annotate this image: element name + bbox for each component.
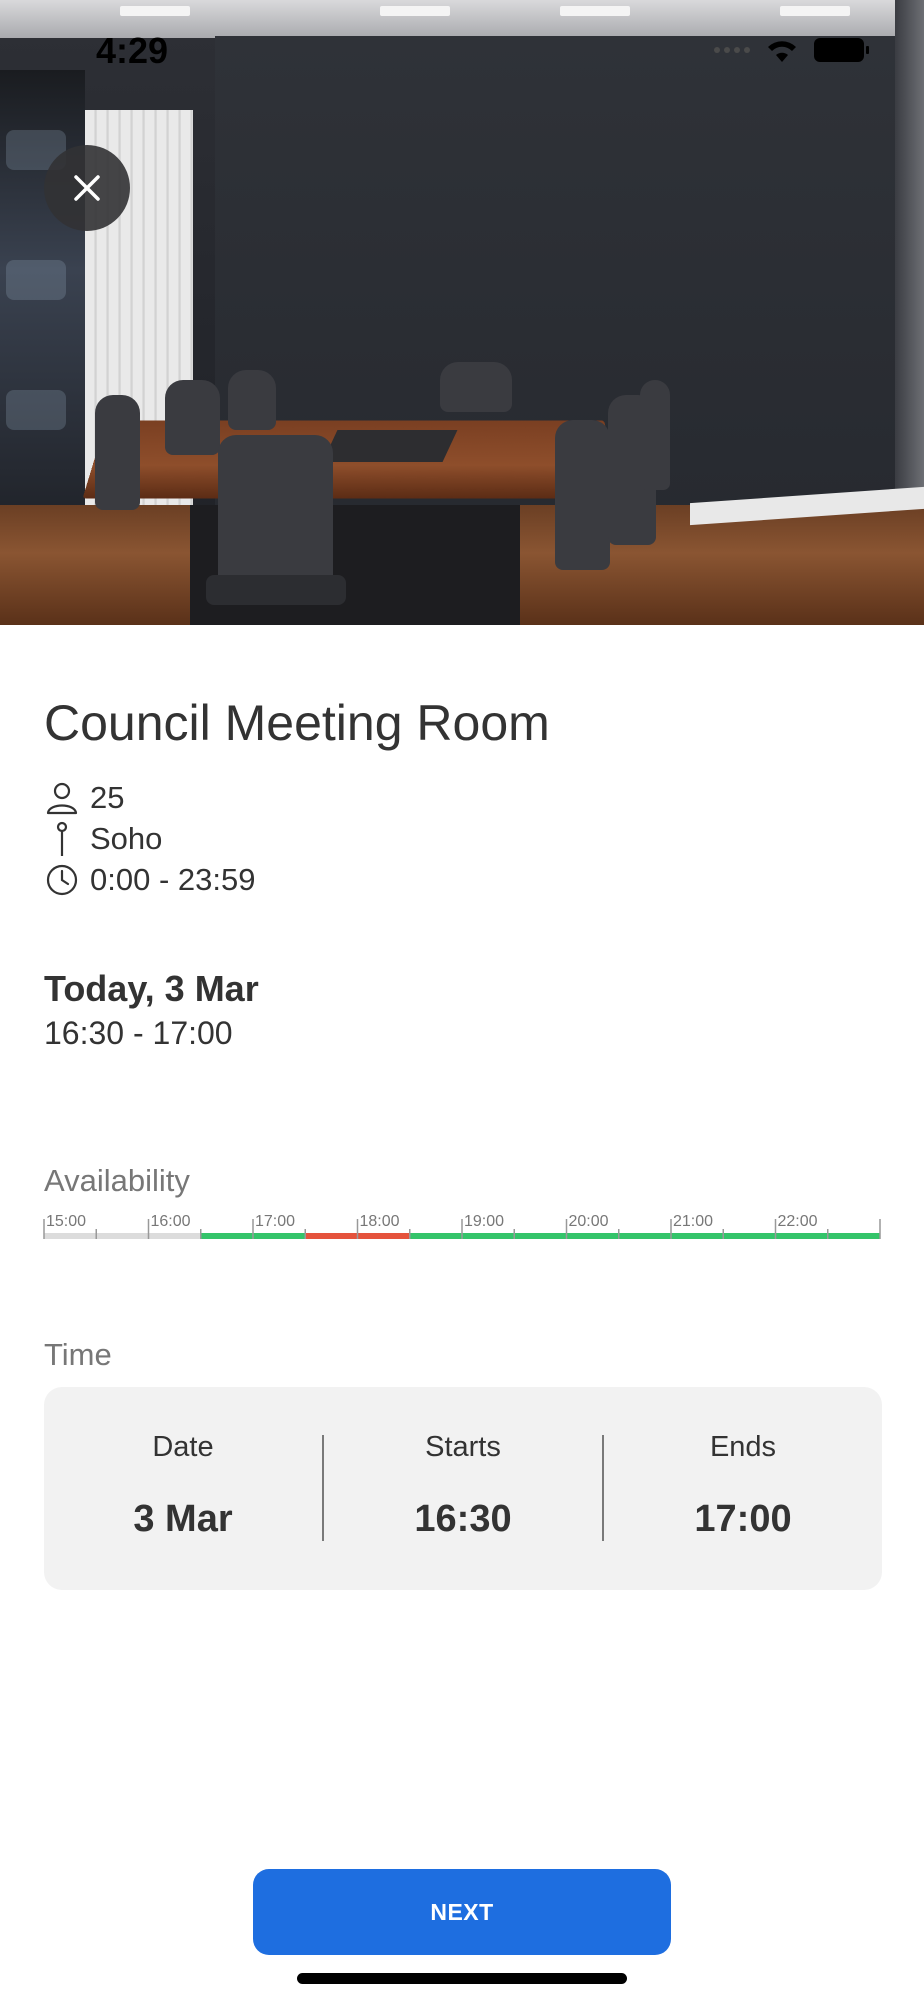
ends-label: Ends: [709, 1431, 777, 1463]
close-icon: [74, 175, 100, 201]
date-label: Date: [152, 1431, 214, 1463]
location-value: Soho: [90, 821, 163, 856]
window: [0, 70, 85, 570]
chair-seat: [206, 575, 346, 605]
availability-segment-available: [671, 1233, 724, 1239]
hour-label: 22:00: [778, 1213, 818, 1230]
chair: [555, 420, 610, 570]
availability-timeline[interactable]: 15:00 16:00 17:00 18:00 19:00 20:00 21:00 22:00: [42, 1205, 882, 1245]
battery-icon: [814, 38, 869, 62]
chair: [228, 370, 276, 430]
availability-segment-available: [775, 1233, 828, 1239]
hour-label: 21:00: [673, 1213, 713, 1230]
room-booking-screen: 4:29 Council Meeting Room 25 Soho 0:00 -…: [0, 0, 924, 2000]
hour-label: 19:00: [464, 1213, 504, 1230]
availability-label: Availability: [44, 1163, 190, 1198]
hours-value: 0:00 - 23:59: [90, 862, 256, 897]
clock-icon: [44, 862, 80, 898]
start-time-picker[interactable]: Starts 16:30: [324, 1387, 602, 1590]
location-pin-icon: [44, 821, 80, 857]
status-time: 4:29: [96, 30, 169, 71]
hour-label: 16:00: [151, 1213, 191, 1230]
date-picker[interactable]: Date 3 Mar: [44, 1387, 322, 1590]
ceiling-light: [120, 6, 190, 16]
availability-segment-available: [618, 1233, 671, 1239]
room-title: Council Meeting Room: [44, 695, 550, 751]
date-value: 3 Mar: [133, 1498, 233, 1540]
close-button[interactable]: [44, 145, 130, 231]
availability-segment-available: [514, 1233, 567, 1239]
availability-segment-available: [253, 1233, 306, 1239]
availability-segment-past: [44, 1233, 97, 1239]
booking-date-heading: Today, 3 Mar: [44, 968, 259, 1009]
hour-label: 17:00: [255, 1213, 295, 1230]
end-time-picker[interactable]: Ends 17:00: [604, 1387, 882, 1590]
hour-label: 20:00: [569, 1213, 609, 1230]
location-row: Soho: [44, 819, 162, 859]
chair: [165, 380, 220, 455]
wifi-icon: [768, 41, 796, 62]
availability-segment-past: [96, 1233, 149, 1239]
ends-value: 17:00: [694, 1498, 792, 1540]
availability-segment-available: [723, 1233, 776, 1239]
hour-label: 18:00: [360, 1213, 400, 1230]
availability-segment-past: [148, 1233, 201, 1239]
hour-label: 15:00: [46, 1213, 86, 1230]
availability-segment-busy: [357, 1233, 410, 1239]
availability-segment-available: [827, 1233, 880, 1239]
starts-value: 16:30: [414, 1498, 512, 1540]
availability-segment-available: [409, 1233, 462, 1239]
ceiling-light: [560, 6, 630, 16]
availability-segment-available: [566, 1233, 619, 1239]
chair: [640, 380, 670, 490]
time-selector-card: Date 3 Mar Starts 16:30 Ends 17:00: [44, 1387, 882, 1590]
hours-row: 0:00 - 23:59: [44, 860, 255, 900]
availability-segment-busy: [305, 1233, 358, 1239]
ceiling-light: [780, 6, 850, 16]
availability-segment-available: [200, 1233, 253, 1239]
room-photo: 4:29: [0, 0, 924, 625]
table-panel: [322, 430, 458, 462]
booking-time-range: 16:30 - 17:00: [44, 1015, 233, 1051]
starts-label: Starts: [425, 1431, 501, 1463]
status-indicators: [714, 36, 869, 64]
availability-segment-available: [462, 1233, 515, 1239]
time-section-label: Time: [44, 1337, 112, 1372]
capacity-value: 25: [90, 780, 125, 815]
ceiling-light: [380, 6, 450, 16]
home-indicator: [297, 1973, 627, 1984]
chair: [440, 362, 512, 412]
cellular-signal-icon: [714, 47, 750, 53]
person-icon: [44, 780, 80, 816]
next-button[interactable]: NEXT: [253, 1869, 671, 1955]
chair: [95, 395, 140, 510]
capacity-row: 25: [44, 778, 124, 818]
wall-edge: [895, 0, 924, 560]
